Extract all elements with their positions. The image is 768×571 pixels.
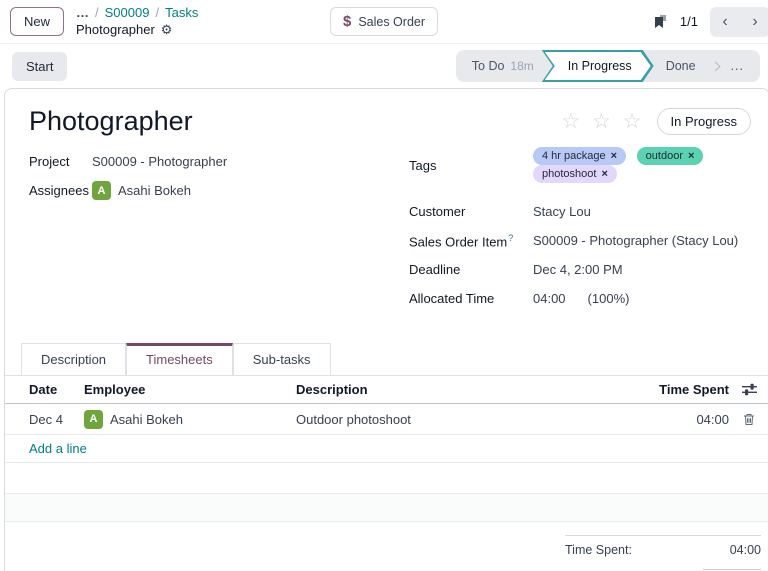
dollar-icon: $ — [343, 14, 351, 29]
customer-value[interactable]: Stacy Lou — [533, 204, 591, 219]
avatar: A — [84, 410, 103, 429]
table-row[interactable]: Dec 4 A Asahi Bokeh Outdoor photoshoot 0… — [5, 404, 768, 435]
assignee-name: Asahi Bokeh — [118, 183, 191, 198]
tag-remove-icon[interactable]: × — [601, 168, 607, 180]
breadcrumb-separator: / — [95, 5, 99, 22]
stage-todo-label: To Do — [472, 59, 505, 73]
stage-more[interactable]: ... — [721, 59, 760, 73]
field-group: Project S00009 - Photographer Assignees … — [5, 137, 768, 313]
state-badge[interactable]: In Progress — [657, 108, 751, 135]
tag-remove-icon[interactable]: × — [688, 150, 694, 162]
deadline-value[interactable]: Dec 4, 2:00 PM — [533, 262, 623, 277]
stage-in-progress[interactable]: In Progress — [542, 50, 654, 82]
new-button[interactable]: New — [10, 7, 64, 36]
field-tags: Tags 4 hr package × outdoor × photoshoot… — [409, 147, 753, 183]
project-label: Project — [29, 154, 92, 169]
project-value[interactable]: S00009 - Photographer — [92, 154, 227, 169]
breadcrumb-link-tasks[interactable]: Tasks — [165, 5, 198, 22]
breadcrumb-ellipsis-menu[interactable]: … — [76, 5, 89, 22]
field-customer: Customer Stacy Lou — [409, 197, 753, 226]
stage-todo[interactable]: To Do 18m — [456, 59, 542, 73]
pager-prev-button[interactable]: ‹ — [710, 7, 740, 37]
tab-timesheets[interactable]: Timesheets — [126, 343, 233, 375]
bookmark-icon[interactable] — [652, 14, 668, 30]
stage-bar: To Do 18m In Progress Done ... — [456, 50, 760, 82]
header-time-spent[interactable]: Time Spent — [647, 382, 733, 397]
timesheet-table: Date Employee Description Time Spent Dec… — [5, 376, 768, 522]
priority-stars[interactable]: ☆ ☆ ☆ — [561, 109, 644, 134]
pager-value: 1/1 — [680, 14, 698, 29]
tag-4hr-package[interactable]: 4 hr package × — [533, 147, 626, 165]
optional-columns-icon[interactable] — [733, 383, 768, 396]
add-a-line-link[interactable]: Add a line — [5, 435, 768, 463]
allocated-time-value[interactable]: 04:00 — [533, 291, 566, 306]
empty-row — [5, 494, 768, 522]
breadcrumb-separator: / — [155, 5, 159, 22]
avatar: A — [92, 181, 111, 200]
deadline-label: Deadline — [409, 262, 533, 277]
row-date[interactable]: Dec 4 — [5, 412, 84, 427]
delete-row-icon[interactable] — [733, 413, 768, 426]
tab-description[interactable]: Description — [21, 343, 126, 375]
time-spent-label: Time Spent: — [565, 543, 632, 557]
header-date[interactable]: Date — [5, 382, 84, 397]
header-employee[interactable]: Employee — [84, 382, 296, 397]
field-allocated-time: Allocated Time 04:00 (100%) — [409, 284, 753, 313]
table-header: Date Employee Description Time Spent — [5, 376, 768, 404]
sales-order-button[interactable]: $ Sales Order — [330, 7, 438, 36]
sales-order-item-value[interactable]: S00009 - Photographer (Stacy Lou) — [533, 233, 738, 248]
breadcrumb-current: Photographer — [76, 22, 155, 39]
breadcrumb: … / S00009 / Tasks Photographer ⚙ — [76, 5, 198, 39]
assignee-chip[interactable]: A Asahi Bokeh — [92, 181, 191, 200]
row-time-spent[interactable]: 04:00 — [647, 412, 733, 427]
field-assignees: Assignees A Asahi Bokeh — [29, 176, 409, 205]
tag-label: photoshoot — [542, 168, 596, 180]
notebook-tabs: Description Timesheets Sub-tasks — [5, 343, 768, 376]
customer-label: Customer — [409, 204, 533, 219]
status-bar: Start To Do 18m In Progress Done ... — [0, 44, 768, 88]
field-project: Project S00009 - Photographer — [29, 147, 409, 176]
breadcrumb-link-s00009[interactable]: S00009 — [105, 5, 150, 22]
task-title[interactable]: Photographer — [29, 105, 193, 137]
sales-order-label: Sales Order — [358, 15, 425, 29]
tag-label: outdoor — [646, 150, 683, 162]
tab-sub-tasks[interactable]: Sub-tasks — [233, 343, 331, 375]
tags-label: Tags — [409, 158, 533, 173]
stage-in-progress-label: In Progress — [568, 59, 632, 73]
allocated-time-percent: (100%) — [588, 291, 630, 306]
tag-label: 4 hr package — [542, 150, 606, 162]
row-employee-name: Asahi Bokeh — [110, 412, 183, 427]
help-icon: ? — [508, 233, 513, 243]
stage-done[interactable]: Done — [654, 59, 708, 73]
empty-row — [5, 463, 768, 494]
pager: ‹ › — [710, 7, 768, 37]
start-timer-button[interactable]: Start — [12, 52, 67, 81]
form-sheet: Photographer ☆ ☆ ☆ In Progress Project S… — [4, 88, 768, 571]
stage-todo-duration: 18m — [510, 59, 533, 73]
field-deadline: Deadline Dec 4, 2:00 PM — [409, 255, 753, 284]
gear-icon[interactable]: ⚙ — [161, 22, 173, 39]
control-panel: New … / S00009 / Tasks Photographer ⚙ $ … — [0, 0, 768, 44]
sales-order-item-label: Sales Order Item? — [409, 233, 533, 249]
chevron-right-icon — [710, 61, 720, 71]
tag-outdoor[interactable]: outdoor × — [637, 147, 704, 165]
allocated-time-label: Allocated Time — [409, 291, 533, 306]
tag-photoshoot[interactable]: photoshoot × — [533, 165, 617, 183]
sales-order-item-label-text: Sales Order Item — [409, 234, 507, 249]
row-description[interactable]: Outdoor photoshoot — [296, 412, 647, 427]
tag-remove-icon[interactable]: × — [611, 150, 617, 162]
row-employee[interactable]: A Asahi Bokeh — [84, 410, 296, 429]
pager-next-button[interactable]: › — [740, 7, 768, 37]
time-summary: Time Spent: 04:00 Time Remaining? : 00:0… — [565, 535, 761, 571]
field-sales-order-item: Sales Order Item? S00009 - Photographer … — [409, 226, 753, 255]
header-description[interactable]: Description — [296, 382, 647, 397]
assignees-label: Assignees — [29, 183, 92, 198]
time-spent-value: 04:00 — [730, 543, 761, 557]
